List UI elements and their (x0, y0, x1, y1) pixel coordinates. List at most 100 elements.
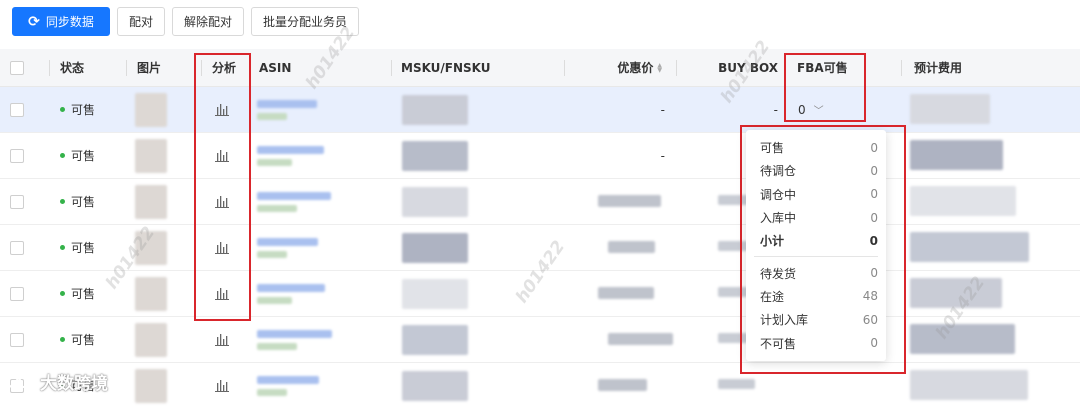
popover-row-label: 在途 (760, 289, 785, 304)
estimated-fee (910, 370, 1028, 400)
match-label: 配对 (129, 15, 154, 29)
popover-row: 计划入库 60 (746, 308, 886, 331)
col-asin-label: ASIN (259, 60, 292, 75)
discount-price: - (660, 102, 665, 117)
asin-link[interactable] (257, 146, 324, 154)
status-dot-icon (60, 337, 65, 342)
analysis-chart-icon[interactable] (215, 87, 229, 132)
asin-link[interactable] (257, 376, 319, 384)
asin-sub (257, 297, 292, 304)
popover-subtotal-label: 小计 (760, 234, 785, 249)
product-image[interactable] (135, 93, 167, 127)
analysis-chart-icon[interactable] (215, 225, 229, 270)
row-checkbox[interactable] (10, 148, 24, 163)
popover-row-value: 0 (870, 163, 878, 178)
table-row[interactable]: 可售 (0, 363, 1080, 406)
discount-price-blurred (608, 241, 655, 253)
asin-link[interactable] (257, 330, 332, 338)
table-header: 状态 图片 分析 ASIN MSKU/FNSKU 优惠价 ▲ ▼ BUY BOX … (0, 49, 1080, 87)
sync-data-button[interactable]: ⟳ 同步数据 (12, 7, 110, 36)
popover-row: 调仓中 0 (746, 183, 886, 206)
col-fba-available-label: FBA可售 (797, 61, 848, 75)
msku-fnsku (402, 279, 468, 309)
asin-sub (257, 113, 287, 120)
unmatch-button[interactable]: 解除配对 (172, 7, 245, 36)
table-row[interactable]: 可售 - - 0 ﹀ (0, 87, 1080, 133)
popover-row-label: 计划入库 (760, 313, 809, 328)
buybox-price-blurred (718, 379, 755, 389)
product-image[interactable] (135, 277, 167, 311)
product-image[interactable] (135, 139, 167, 173)
analysis-chart-icon[interactable] (215, 179, 229, 224)
status-cell: 可售 (60, 133, 95, 178)
table-row[interactable]: 可售 (0, 179, 1080, 225)
fba-available-dropdown[interactable]: 0 ﹀ (798, 87, 824, 132)
col-asin: ASIN (249, 49, 292, 86)
fba-breakdown-popover: 可售 0 待调仓 0 调仓中 0 入库中 0 小计 0 待发货 0 在途 48 计划入库 (746, 130, 886, 361)
row-checkbox[interactable] (10, 194, 24, 209)
brand-name: 大数跨境 (40, 374, 108, 394)
row-checkbox[interactable] (10, 286, 24, 301)
status-dot-icon (60, 153, 65, 158)
col-msku-label: MSKU/FNSKU (401, 60, 491, 75)
asin-sub (257, 389, 287, 396)
page-root: ⟳ 同步数据 配对 解除配对 批量分配业务员 状态 图片 分析 ASIN MSK… (0, 0, 1080, 406)
popover-row: 入库中 0 (746, 206, 886, 229)
discount-price-cell: - (620, 133, 665, 178)
col-est-fee: 预计费用 (901, 49, 963, 86)
popover-row-value: 48 (862, 289, 878, 304)
estimated-fee (910, 232, 1029, 262)
select-all-checkbox-cell (10, 49, 24, 86)
analysis-chart-icon[interactable] (215, 133, 229, 178)
table-row[interactable]: 可售 - (0, 133, 1080, 179)
popover-row: 可售 0 (746, 136, 886, 159)
discount-price-cell: - (620, 87, 665, 132)
row-checkbox[interactable] (10, 240, 24, 255)
popover-row-value: 0 (870, 210, 878, 225)
popover-row-label: 可售 (760, 141, 785, 156)
analysis-chart-icon[interactable] (215, 317, 229, 362)
col-discount-price[interactable]: 优惠价 ▲ ▼ (564, 49, 677, 86)
chevron-down-icon: ﹀ (813, 106, 824, 117)
asin-link[interactable] (257, 284, 325, 292)
sync-icon: ⟳ (28, 13, 40, 30)
discount-price-blurred (608, 333, 673, 345)
table-body: 可售 - - 0 ﹀ 可售 - 可售 可售 可售 可售 可售 (0, 87, 1080, 406)
discount-price-blurred (598, 195, 661, 207)
row-checkbox[interactable] (10, 102, 24, 117)
msku-fnsku (402, 371, 468, 401)
product-table: 状态 图片 分析 ASIN MSKU/FNSKU 优惠价 ▲ ▼ BUY BOX … (0, 49, 1080, 406)
asin-link[interactable] (257, 192, 331, 200)
asin-link[interactable] (257, 238, 318, 246)
estimated-fee (910, 186, 1016, 216)
table-row[interactable]: 可售 (0, 317, 1080, 363)
popover-divider (754, 256, 878, 258)
batch-assign-label: 批量分配业务员 (263, 15, 348, 29)
product-image[interactable] (135, 185, 167, 219)
msku-fnsku (402, 325, 468, 355)
popover-row: 在途 48 (746, 285, 886, 308)
select-all-checkbox[interactable] (10, 60, 24, 75)
buybox-price: - (773, 102, 778, 117)
sort-icon[interactable]: ▲ ▼ (657, 62, 662, 73)
asin-sub (257, 205, 297, 212)
analysis-chart-icon[interactable] (215, 363, 229, 406)
row-checkbox[interactable] (10, 332, 24, 347)
popover-subtotal-value: 0 (869, 233, 878, 248)
popover-row: 不可售 0 (746, 331, 886, 354)
popover-row-label: 入库中 (760, 211, 797, 226)
popover-row-value: 0 (870, 140, 878, 155)
col-status: 状态 (49, 49, 84, 86)
col-est-fee-label: 预计费用 (914, 61, 963, 75)
product-image[interactable] (135, 369, 167, 403)
row-checkbox-cell (10, 87, 24, 132)
estimated-fee (910, 140, 1003, 170)
asin-sub (257, 251, 287, 258)
match-button[interactable]: 配对 (117, 7, 166, 36)
status-dot-icon (60, 107, 65, 112)
popover-row-value: 0 (870, 187, 878, 202)
analysis-chart-icon[interactable] (215, 271, 229, 316)
brand-logo-icon (7, 375, 30, 388)
product-image[interactable] (135, 323, 167, 357)
asin-link[interactable] (257, 100, 317, 108)
